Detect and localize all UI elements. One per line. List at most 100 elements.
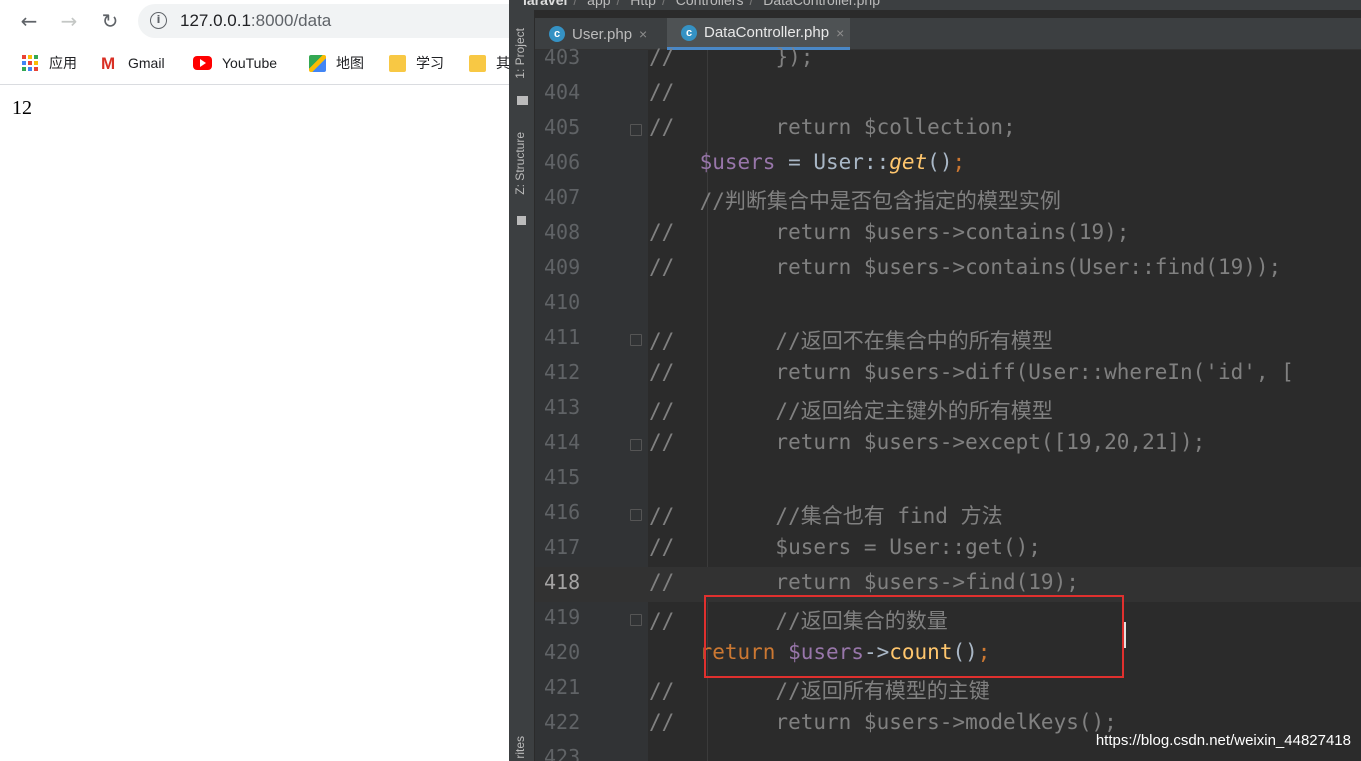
line-number: 421 [544,675,581,699]
fold-marker-icon[interactable] [630,439,642,451]
code-text: // return $users->except([19,20,21]); [649,430,1205,454]
code-token: // //返回给定主键外的所有模型 [649,399,1053,423]
code-line[interactable]: 408 // return $users->contains(19); [535,217,1361,252]
back-arrow-icon[interactable]: ← [16,8,42,34]
line-number: 422 [544,710,581,734]
fold-marker-icon[interactable] [630,334,642,346]
breadcrumb-item[interactable]: laravel [523,0,567,8]
bookmark-folder-other[interactable]: 其 [469,51,509,75]
code-token: = User:: [775,150,890,174]
site-info-icon[interactable]: i [150,12,167,29]
fold-marker-icon[interactable] [630,124,642,136]
code-line[interactable]: 413 // //返回给定主键外的所有模型 [535,392,1361,427]
favorites-tool-tab[interactable]: rites [513,736,531,759]
code-token: ; [952,150,966,174]
line-number: 411 [544,325,581,349]
code-token: get [889,150,928,174]
page-output-text: 12 [12,97,32,119]
code-text: // return $users->find(19); [649,570,1079,594]
tool-window-strip: 1: Project Z: Structure rites [509,10,535,761]
code-text: // //返回给定主键外的所有模型 [649,395,1053,425]
code-token: //判断集合中是否包含指定的模型实例 [649,189,1061,213]
code-text: // }); [649,45,813,69]
code-token: // return $users->contains(19); [649,220,1130,244]
code-token: // //集合也有 find 方法 [649,504,1003,528]
close-icon[interactable]: × [639,26,647,42]
code-text: // //集合也有 find 方法 [649,500,1003,530]
bookmark-label: 学习 [416,55,444,71]
url-host: 127.0.0.1 [180,11,251,30]
code-line[interactable]: 415 [535,462,1361,497]
ide-window: laravel / app / Http / Controllers / DataCon… [509,0,1361,761]
code-line[interactable]: 414 // return $users->except([19,20,21]); [535,427,1361,462]
code-line[interactable]: 406 $users = User::get(); [535,147,1361,182]
code-line[interactable]: 409 // return $users->contains(User::find… [535,252,1361,287]
watermark-text: https://blog.csdn.net/weixin_44827418 [1095,732,1351,749]
bookmark-folder-study[interactable]: 学习 [389,51,444,75]
code-line[interactable]: 417 // $users = User::get(); [535,532,1361,567]
code-line[interactable]: 407 //判断集合中是否包含指定的模型实例 [535,182,1361,217]
fold-marker-icon[interactable] [630,509,642,521]
address-bar[interactable]: i 127.0.0.1:8000/data [138,4,509,38]
bookmark-apps[interactable]: 应用 [22,51,77,75]
gmail-icon: M [101,53,116,73]
maps-icon [309,54,326,72]
breadcrumb: laravel / app / Http / Controllers / DataCon… [509,0,1361,10]
line-number: 406 [544,150,581,174]
apps-grid-icon [22,54,39,72]
line-number: 415 [544,465,581,489]
code-line[interactable]: 404 // [535,77,1361,112]
code-token: }); [674,45,814,69]
code-token: // return $users->diff(User::whereIn('id… [649,360,1294,384]
folder-icon [389,54,406,72]
fold-marker-icon[interactable] [630,614,642,626]
code-text: // return $users->contains(19); [649,220,1129,244]
line-number: 408 [544,220,581,244]
code-text: // //返回所有模型的主键 [649,675,990,705]
bookmark-label: 地图 [336,55,364,71]
breadcrumb-item[interactable]: Http [630,0,656,8]
line-number: 410 [544,290,581,314]
browser-window: ← → ↻ i 127.0.0.1:8000/data 应用 M Gmail Y… [0,0,509,761]
close-icon[interactable]: × [836,25,844,41]
forward-arrow-icon[interactable]: → [56,8,82,34]
breadcrumb-item[interactable]: app [587,0,610,8]
code-line[interactable]: 412 // return $users->diff(User::whereIn(… [535,357,1361,392]
code-line[interactable]: 411 // //返回不在集合中的所有模型 [535,322,1361,357]
code-token: // return $users->find(19); [649,570,1079,594]
bookmark-label: 其 [496,55,509,71]
line-number: 418 [544,570,581,594]
text-caret [1124,622,1126,648]
code-line[interactable]: 410 [535,287,1361,322]
code-text: // return $users->diff(User::whereIn('id… [649,360,1294,384]
breadcrumb-item[interactable]: DataController.php [763,0,880,8]
reload-icon[interactable]: ↻ [97,8,123,34]
project-tool-tab[interactable]: 1: Project [513,28,531,79]
code-line[interactable]: 416 // //集合也有 find 方法 [535,497,1361,532]
bookmark-maps[interactable]: 地图 [309,51,364,75]
code-line[interactable]: 405 // return $collection; [535,112,1361,147]
code-token: // //返回所有模型的主键 [649,679,990,703]
structure-icon [517,216,526,225]
bookmark-youtube[interactable]: YouTube [193,51,277,75]
address-url[interactable]: 127.0.0.1:8000/data [180,11,331,31]
line-number: 403 [544,45,581,69]
folder-icon [469,54,486,72]
code-text: // $users = User::get(); [649,535,1041,559]
structure-tool-tab[interactable]: Z: Structure [513,132,531,195]
code-token: // return $collection; [649,115,1016,139]
code-text: $users = User::get(); [649,150,966,174]
code-line[interactable]: 403 // }); [535,42,1361,77]
bookmark-gmail[interactable]: M Gmail [101,51,165,75]
browser-toolbar: ← → ↻ i 127.0.0.1:8000/data [0,0,509,42]
code-text: // return $users->contains(User::find(19… [649,255,1281,279]
line-number: 413 [544,395,581,419]
line-number: 420 [544,640,581,664]
breadcrumb-item[interactable]: Controllers [676,0,744,8]
php-class-icon: c [549,26,565,42]
code-text: // return $users->modelKeys(); [649,710,1117,734]
code-token: // //返回不在集合中的所有模型 [649,329,1053,353]
annotation-highlight-box [704,595,1124,678]
